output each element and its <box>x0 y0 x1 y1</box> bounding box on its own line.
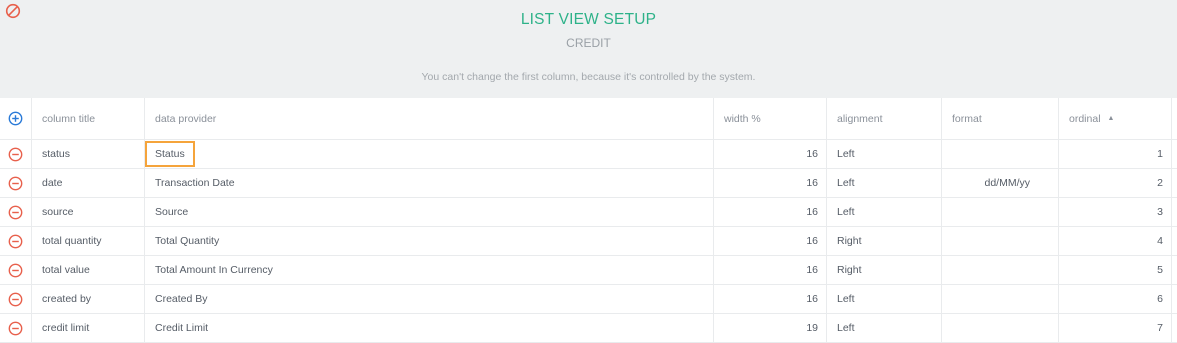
cell-width[interactable]: 16 <box>713 169 826 197</box>
cell-format[interactable] <box>941 227 1058 255</box>
cell-ordinal[interactable]: 2 <box>1058 169 1172 197</box>
table-row: created by Created By 16 Left 6 <box>0 285 1177 314</box>
provider-label: Source <box>155 206 189 218</box>
cell-width[interactable]: 16 <box>713 285 826 313</box>
header-ordinal-label: ordinal <box>1069 112 1101 125</box>
sort-up-icon: ▲ <box>1107 115 1115 122</box>
cell-data-provider[interactable]: Status <box>144 140 713 168</box>
provider-label: Credit Limit <box>155 322 209 334</box>
remove-cell <box>0 227 31 255</box>
table-header-row: column title data provider width % align… <box>0 98 1177 140</box>
remove-row-icon[interactable] <box>8 176 23 191</box>
remove-cell <box>0 169 31 197</box>
cell-width[interactable]: 19 <box>713 314 826 342</box>
cell-alignment[interactable]: Left <box>826 140 941 168</box>
cell-column-title[interactable]: total quantity <box>31 227 144 255</box>
cell-column-title[interactable]: date <box>31 169 144 197</box>
remove-cell <box>0 314 31 342</box>
cell-alignment[interactable]: Left <box>826 285 941 313</box>
cell-width[interactable]: 16 <box>713 140 826 168</box>
cell-ordinal[interactable]: 1 <box>1058 140 1172 168</box>
cell-data-provider[interactable]: Total Quantity <box>144 227 713 255</box>
header-ordinal[interactable]: ordinal ▲ <box>1058 98 1172 139</box>
cell-column-title[interactable]: created by <box>31 285 144 313</box>
cell-ordinal[interactable]: 3 <box>1058 198 1172 226</box>
cell-data-provider[interactable]: Created By <box>144 285 713 313</box>
remove-row-icon[interactable] <box>8 234 23 249</box>
remove-row-icon[interactable] <box>8 292 23 307</box>
add-column-icon[interactable] <box>8 111 23 126</box>
remove-row-icon[interactable] <box>8 263 23 278</box>
cell-width[interactable]: 16 <box>713 198 826 226</box>
cell-ordinal[interactable]: 6 <box>1058 285 1172 313</box>
cell-column-title[interactable]: total value <box>31 256 144 284</box>
table-row: status Status 16 Left 1 <box>0 140 1177 169</box>
cell-alignment[interactable]: Left <box>826 198 941 226</box>
cell-format[interactable] <box>941 314 1058 342</box>
table-row: source Source 16 Left 3 <box>0 198 1177 227</box>
header-column-title[interactable]: column title <box>31 98 144 139</box>
table-row: total value Total Amount In Currency 16 Rig… <box>0 256 1177 285</box>
remove-row-icon[interactable] <box>8 321 23 336</box>
table-row: date Transaction Date 16 Left dd/MM/yy 2 <box>0 169 1177 198</box>
system-column-note: You can't change the first column, becau… <box>421 71 756 83</box>
cell-column-title[interactable]: source <box>31 198 144 226</box>
add-column-cell <box>0 98 31 139</box>
table-row: total quantity Total Quantity 16 Right 4 <box>0 227 1177 256</box>
cell-format[interactable] <box>941 198 1058 226</box>
remove-cell <box>0 140 31 168</box>
highlighted-provider: Status <box>145 141 195 167</box>
page-title: LIST VIEW SETUP <box>520 11 657 28</box>
table-row: credit limit Credit Limit 19 Left 7 <box>0 314 1177 343</box>
remove-cell <box>0 256 31 284</box>
cell-ordinal[interactable]: 4 <box>1058 227 1172 255</box>
header-width[interactable]: width % <box>713 98 826 139</box>
cell-format[interactable] <box>941 256 1058 284</box>
page-header: LIST VIEW SETUP CREDIT You can't change … <box>0 0 1177 98</box>
cell-ordinal[interactable]: 7 <box>1058 314 1172 342</box>
provider-label: Total Amount In Currency <box>155 264 273 276</box>
remove-row-icon[interactable] <box>8 205 23 220</box>
header-format[interactable]: format <box>941 98 1058 139</box>
cell-data-provider[interactable]: Total Amount In Currency <box>144 256 713 284</box>
cell-format[interactable] <box>941 285 1058 313</box>
cell-alignment[interactable]: Right <box>826 256 941 284</box>
provider-label: Created By <box>155 293 208 305</box>
cell-column-title[interactable]: status <box>31 140 144 168</box>
header-data-provider[interactable]: data provider <box>144 98 713 139</box>
remove-row-icon[interactable] <box>8 147 23 162</box>
cell-alignment[interactable]: Left <box>826 169 941 197</box>
remove-cell <box>0 198 31 226</box>
cell-column-title[interactable]: credit limit <box>31 314 144 342</box>
cell-width[interactable]: 16 <box>713 256 826 284</box>
cell-format[interactable]: dd/MM/yy <box>941 169 1058 197</box>
cell-alignment[interactable]: Right <box>826 227 941 255</box>
cell-format[interactable] <box>941 140 1058 168</box>
provider-label: Total Quantity <box>155 235 220 247</box>
provider-label: Transaction Date <box>155 177 235 189</box>
cell-ordinal[interactable]: 5 <box>1058 256 1172 284</box>
cell-data-provider[interactable]: Credit Limit <box>144 314 713 342</box>
cell-data-provider[interactable]: Transaction Date <box>144 169 713 197</box>
header-alignment[interactable]: alignment <box>826 98 941 139</box>
cell-width[interactable]: 16 <box>713 227 826 255</box>
remove-cell <box>0 285 31 313</box>
page-subtitle: CREDIT <box>566 36 611 50</box>
cell-data-provider[interactable]: Source <box>144 198 713 226</box>
cell-alignment[interactable]: Left <box>826 314 941 342</box>
